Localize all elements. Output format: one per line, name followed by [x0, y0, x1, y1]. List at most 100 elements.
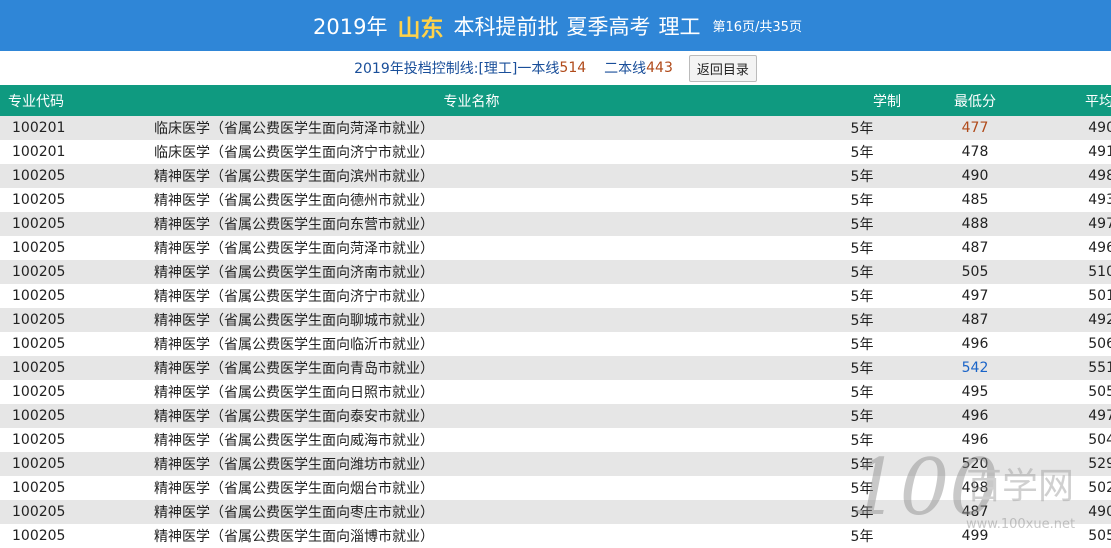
cell-avg-score: 497 — [1088, 216, 1111, 232]
cell-name: 精神医学（省属公费医学生面向潍坊市就业） — [154, 457, 434, 473]
line1-value: 514 — [559, 60, 587, 76]
page-info: 第16页/共35页 — [712, 20, 802, 35]
title-province: 山东 — [397, 15, 444, 42]
cell-name: 临床医学（省属公费医学生面向菏泽市就业） — [154, 121, 434, 137]
table-row: 100205 精神医学（省属公费医学生面向泰安市就业） 5年 496 497 — [0, 404, 1111, 428]
cell-min-score: 499 — [961, 528, 989, 544]
cell-avg-score: 492 — [1088, 312, 1111, 328]
table-row: 100205 精神医学（省属公费医学生面向德州市就业） 5年 485 493 — [0, 188, 1111, 212]
cell-name: 精神医学（省属公费医学生面向济宁市就业） — [154, 289, 434, 305]
cell-years: 5年 — [850, 169, 874, 185]
cell-avg-score: 505 — [1088, 528, 1111, 544]
cell-code: 100205 — [12, 432, 66, 448]
table-row: 100201 临床医学（省属公费医学生面向济宁市就业） 5年 478 491 — [0, 140, 1111, 164]
cell-code: 100205 — [12, 168, 66, 184]
cell-years: 5年 — [850, 241, 874, 257]
table-row: 100205 精神医学（省属公费医学生面向菏泽市就业） 5年 487 496 — [0, 236, 1111, 260]
cell-years: 5年 — [850, 457, 874, 473]
header-years: 学制 — [873, 93, 901, 110]
table-header-row: 专业代码 专业名称 学制 最低分 平均分 — [0, 85, 1111, 116]
cell-min-score: 490 — [961, 168, 989, 184]
cell-years: 5年 — [850, 409, 874, 425]
table-row: 100201 临床医学（省属公费医学生面向菏泽市就业） 5年 477 490 — [0, 116, 1111, 140]
table-row: 100205 精神医学（省属公费医学生面向威海市就业） 5年 496 504 — [0, 428, 1111, 452]
cell-avg-score: 501 — [1088, 288, 1111, 304]
cell-min-score: 496 — [961, 408, 989, 424]
cell-min-score: 498 — [961, 480, 989, 496]
table-row: 100205 精神医学（省属公费医学生面向东营市就业） 5年 488 497 — [0, 212, 1111, 236]
cell-min-score: 496 — [961, 336, 989, 352]
cell-years: 5年 — [850, 337, 874, 353]
cell-avg-score: 498 — [1088, 168, 1111, 184]
cell-years: 5年 — [850, 361, 874, 377]
cell-code: 100205 — [12, 264, 66, 280]
title-subject: 理工 — [658, 14, 701, 39]
cell-code: 100205 — [12, 336, 66, 352]
cell-avg-score: 490 — [1088, 120, 1111, 136]
cell-name: 临床医学（省属公费医学生面向济宁市就业） — [154, 145, 434, 161]
table-row: 100205 精神医学（省属公费医学生面向枣庄市就业） 5年 487 490 — [0, 500, 1111, 524]
title-batch: 本科提前批 — [453, 14, 559, 39]
cell-avg-score: 491 — [1088, 144, 1111, 160]
cell-code: 100201 — [12, 144, 66, 160]
cell-avg-score: 493 — [1088, 192, 1111, 208]
line2-label: 二本线 — [604, 61, 647, 77]
cell-years: 5年 — [850, 217, 874, 233]
cell-code: 100201 — [12, 120, 66, 136]
table-row: 100205 精神医学（省属公费医学生面向临沂市就业） 5年 496 506 — [0, 332, 1111, 356]
cell-years: 5年 — [850, 265, 874, 281]
table-row: 100205 精神医学（省属公费医学生面向潍坊市就业） 5年 520 529 — [0, 452, 1111, 476]
cell-min-score: 542 — [961, 360, 989, 376]
cell-avg-score: 529 — [1088, 456, 1111, 472]
cell-name: 精神医学（省属公费医学生面向烟台市就业） — [154, 481, 434, 497]
cell-name: 精神医学（省属公费医学生面向青岛市就业） — [154, 361, 434, 377]
cell-code: 100205 — [12, 360, 66, 376]
table-row: 100205 精神医学（省属公费医学生面向青岛市就业） 5年 542 551 — [0, 356, 1111, 380]
cell-min-score: 477 — [961, 120, 989, 136]
cell-code: 100205 — [12, 504, 66, 520]
cell-min-score: 488 — [961, 216, 989, 232]
cell-name: 精神医学（省属公费医学生面向淄博市就业） — [154, 529, 434, 545]
cell-years: 5年 — [850, 313, 874, 329]
cell-years: 5年 — [850, 289, 874, 305]
title-session: 夏季高考 — [566, 14, 651, 39]
header-code: 专业代码 — [8, 93, 64, 110]
cell-avg-score: 506 — [1088, 336, 1111, 352]
cell-avg-score: 551 — [1088, 360, 1111, 376]
header-name: 专业名称 — [443, 93, 500, 110]
control-line-bar: 2019年投档控制线: [理工] 一本线 514 二本线 443 返回目录 — [0, 51, 1111, 85]
table-row: 100205 精神医学（省属公费医学生面向淄博市就业） 5年 499 505 — [0, 524, 1111, 548]
cell-years: 5年 — [850, 193, 874, 209]
cell-avg-score: 504 — [1088, 432, 1111, 448]
header-min-score: 最低分 — [954, 93, 996, 110]
cell-avg-score: 496 — [1088, 240, 1111, 256]
cell-name: 精神医学（省属公费医学生面向威海市就业） — [154, 433, 434, 449]
cell-name: 精神医学（省属公费医学生面向临沂市就业） — [154, 337, 434, 353]
admission-table: 专业代码 专业名称 学制 最低分 平均分 100201 临床医学（省属公费医学生面… — [0, 85, 1111, 548]
cell-years: 5年 — [850, 145, 874, 161]
control-line-label: 2019年投档控制线: — [354, 61, 479, 77]
cell-code: 100205 — [12, 456, 66, 472]
cell-years: 5年 — [850, 433, 874, 449]
table-row: 100205 精神医学（省属公费医学生面向日照市就业） 5年 495 505 — [0, 380, 1111, 404]
cell-code: 100205 — [12, 192, 66, 208]
cell-years: 5年 — [850, 385, 874, 401]
cell-years: 5年 — [850, 529, 874, 545]
cell-code: 100205 — [12, 216, 66, 232]
cell-avg-score: 497 — [1088, 408, 1111, 424]
cell-code: 100205 — [12, 240, 66, 256]
cell-min-score: 497 — [961, 288, 989, 304]
cell-min-score: 478 — [961, 144, 989, 160]
cell-min-score: 495 — [961, 384, 989, 400]
cell-years: 5年 — [850, 481, 874, 497]
back-to-index-button[interactable]: 返回目录 — [688, 54, 757, 82]
cell-code: 100205 — [12, 384, 66, 400]
cell-code: 100205 — [12, 288, 66, 304]
cell-min-score: 485 — [961, 192, 989, 208]
line1-label: 一本线 — [517, 61, 560, 77]
table-row: 100205 精神医学（省属公费医学生面向聊城市就业） 5年 487 492 — [0, 308, 1111, 332]
header-avg-score: 平均分 — [1085, 93, 1111, 110]
cell-name: 精神医学（省属公费医学生面向济南市就业） — [154, 265, 434, 281]
cell-name: 精神医学（省属公费医学生面向东营市就业） — [154, 217, 434, 233]
cell-years: 5年 — [850, 121, 874, 137]
